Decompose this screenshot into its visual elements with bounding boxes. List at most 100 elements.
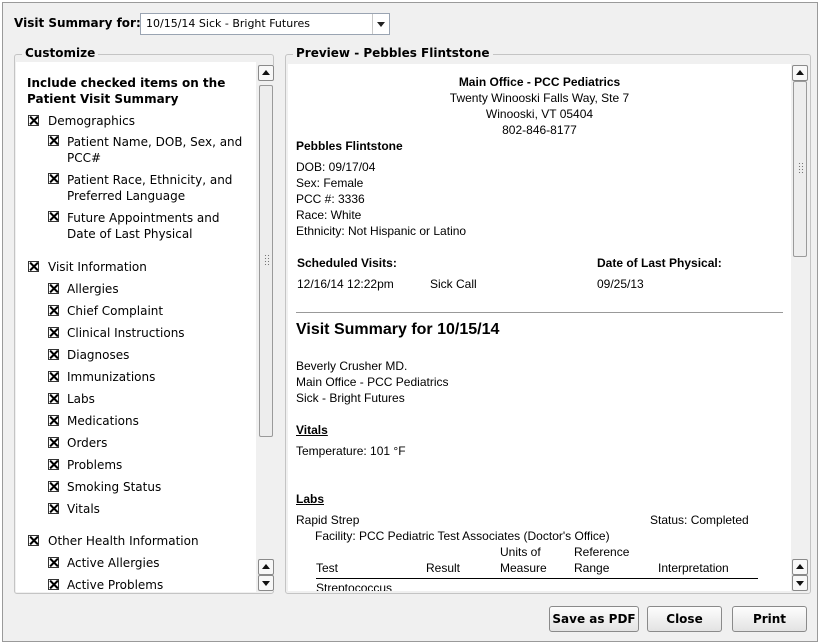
- scheduled-visits-label: Scheduled Visits:: [297, 256, 397, 270]
- save-as-pdf-button[interactable]: Save as PDF: [549, 606, 639, 632]
- label-medications: Medications: [67, 414, 139, 428]
- col-units-1: Units of: [500, 545, 541, 559]
- label-labs: Labs: [67, 392, 95, 406]
- label-orders: Orders: [67, 436, 108, 450]
- label-clinical-instructions: Clinical Instructions: [67, 326, 185, 340]
- label-active-allergies: Active Allergies: [67, 556, 160, 570]
- scheduled-visit-datetime: 12/16/14 12:22pm: [297, 277, 394, 291]
- customize-scrollbar[interactable]: [258, 65, 274, 591]
- scroll-up-button[interactable]: [258, 65, 274, 81]
- customize-list: Include checked items on the Patient Vis…: [16, 62, 256, 592]
- last-physical-date: 09/25/13: [597, 277, 644, 291]
- checkbox-vitals[interactable]: [48, 503, 59, 514]
- checkbox-chief-complaint[interactable]: [48, 305, 59, 316]
- patient-pcc: PCC #: 3336: [296, 192, 365, 206]
- checkbox-allergies[interactable]: [48, 283, 59, 294]
- customize-group: Customize Include checked items on the P…: [14, 46, 274, 594]
- checkbox-active-problems[interactable]: [48, 579, 59, 590]
- office-address-1: Twenty Winooski Falls Way, Ste 7: [449, 91, 630, 105]
- label-visit-information: Visit Information: [48, 260, 147, 274]
- scheduled-visit-type: Sick Call: [430, 277, 477, 291]
- visit-select-value: 10/15/14 Sick - Bright Futures: [146, 17, 310, 30]
- customize-title: Customize: [22, 46, 99, 60]
- visit-provider: Beverly Crusher MD.: [296, 359, 408, 373]
- vitals-heading: Vitals: [296, 423, 328, 437]
- col-test: Test: [316, 561, 339, 575]
- patient-sex: Sex: Female: [296, 176, 364, 190]
- scroll-thumb[interactable]: [259, 85, 273, 437]
- col-result: Result: [426, 561, 461, 575]
- label-problems: Problems: [67, 458, 123, 472]
- label-active-problems: Active Problems: [67, 578, 164, 592]
- scroll-down-button[interactable]: [258, 575, 274, 591]
- grip-icon: [798, 162, 804, 174]
- office-phone: 802-846-8177: [502, 123, 577, 137]
- col-interpretation: Interpretation: [658, 561, 729, 575]
- label-vitals: Vitals: [67, 502, 100, 516]
- checkbox-other-health-information[interactable]: [28, 535, 39, 546]
- checkbox-future-appointments[interactable]: [48, 211, 59, 222]
- checkbox-visit-information[interactable]: [28, 261, 39, 272]
- preview-scrollbar[interactable]: [792, 65, 808, 591]
- print-button[interactable]: Print: [732, 606, 807, 632]
- patient-dob: DOB: 09/17/04: [296, 160, 376, 174]
- lab-test-name: Rapid Strep: [296, 513, 360, 527]
- label-chief-complaint: Chief Complaint: [67, 304, 164, 318]
- checkbox-problems[interactable]: [48, 459, 59, 470]
- col-units-2: Measure: [500, 561, 547, 575]
- label-demographics: Demographics: [48, 114, 135, 128]
- label-patient-race: Patient Race, Ethnicity, and Preferred L…: [67, 173, 233, 203]
- preview-title: Preview - Pebbles Flintstone: [293, 46, 493, 60]
- divider: [296, 312, 783, 313]
- scroll-up-button-bottom[interactable]: [792, 559, 808, 575]
- last-physical-label: Date of Last Physical:: [597, 256, 722, 270]
- checkbox-demographics[interactable]: [28, 115, 39, 126]
- scroll-up-button-bottom[interactable]: [258, 559, 274, 575]
- checkbox-patient-name[interactable]: [48, 135, 59, 146]
- visit-select[interactable]: 10/15/14 Sick - Bright Futures: [140, 13, 390, 35]
- visit-summary-title: Visit Summary for 10/15/14: [296, 321, 500, 338]
- label-allergies: Allergies: [67, 282, 119, 296]
- office-name: Main Office - PCC Pediatrics: [458, 75, 621, 89]
- label-diagnoses: Diagnoses: [67, 348, 130, 362]
- checkbox-medications[interactable]: [48, 415, 59, 426]
- labs-heading: Labs: [296, 492, 325, 506]
- patient-ethnicity: Ethnicity: Not Hispanic or Latino: [296, 224, 467, 238]
- patient-race: Race: White: [296, 208, 362, 222]
- checkbox-orders[interactable]: [48, 437, 59, 448]
- col-reference-2: Range: [574, 561, 610, 575]
- label-other-health-information: Other Health Information: [48, 534, 199, 548]
- visit-summary-dialog: Visit Summary for: 10/15/14 Sick - Brigh…: [2, 2, 818, 642]
- label-immunizations: Immunizations: [67, 370, 156, 384]
- label-patient-name: Patient Name, DOB, Sex, and PCC#: [67, 135, 243, 165]
- close-button[interactable]: Close: [647, 606, 722, 632]
- preview-document: Main Office - PCC Pediatrics Twenty Wino…: [288, 64, 791, 591]
- grip-icon: [264, 254, 270, 266]
- visit-location: Main Office - PCC Pediatrics: [296, 375, 449, 389]
- checkbox-active-allergies[interactable]: [48, 557, 59, 568]
- lab-facility: Facility: PCC Pediatric Test Associates …: [315, 529, 610, 543]
- preview-group: Preview - Pebbles Flintstone Main Office…: [285, 46, 811, 594]
- lab-row-test: Streptococcus: [316, 581, 393, 591]
- col-reference-1: Reference: [574, 545, 630, 559]
- chevron-down-icon[interactable]: [372, 14, 389, 34]
- visit-type: Sick - Bright Futures: [296, 391, 405, 405]
- label-future-appointments: Future Appointments and Date of Last Phy…: [67, 211, 220, 241]
- scroll-down-button[interactable]: [792, 575, 808, 591]
- checkbox-patient-race[interactable]: [48, 173, 59, 184]
- visit-summary-label: Visit Summary for:: [14, 16, 141, 30]
- office-address-2: Winooski, VT 05404: [485, 107, 594, 121]
- lab-status: Status: Completed: [650, 513, 749, 527]
- patient-name: Pebbles Flintstone: [296, 139, 403, 153]
- customize-heading: Include checked items on the Patient Vis…: [27, 76, 226, 106]
- checkbox-immunizations[interactable]: [48, 371, 59, 382]
- label-smoking-status: Smoking Status: [67, 480, 162, 494]
- checkbox-diagnoses[interactable]: [48, 349, 59, 360]
- scroll-up-button[interactable]: [792, 65, 808, 81]
- checkbox-smoking-status[interactable]: [48, 481, 59, 492]
- checkbox-clinical-instructions[interactable]: [48, 327, 59, 338]
- table-header-divider: [316, 578, 758, 579]
- scroll-thumb[interactable]: [793, 81, 807, 257]
- vitals-temperature: Temperature: 101 °F: [296, 444, 406, 458]
- checkbox-labs[interactable]: [48, 393, 59, 404]
